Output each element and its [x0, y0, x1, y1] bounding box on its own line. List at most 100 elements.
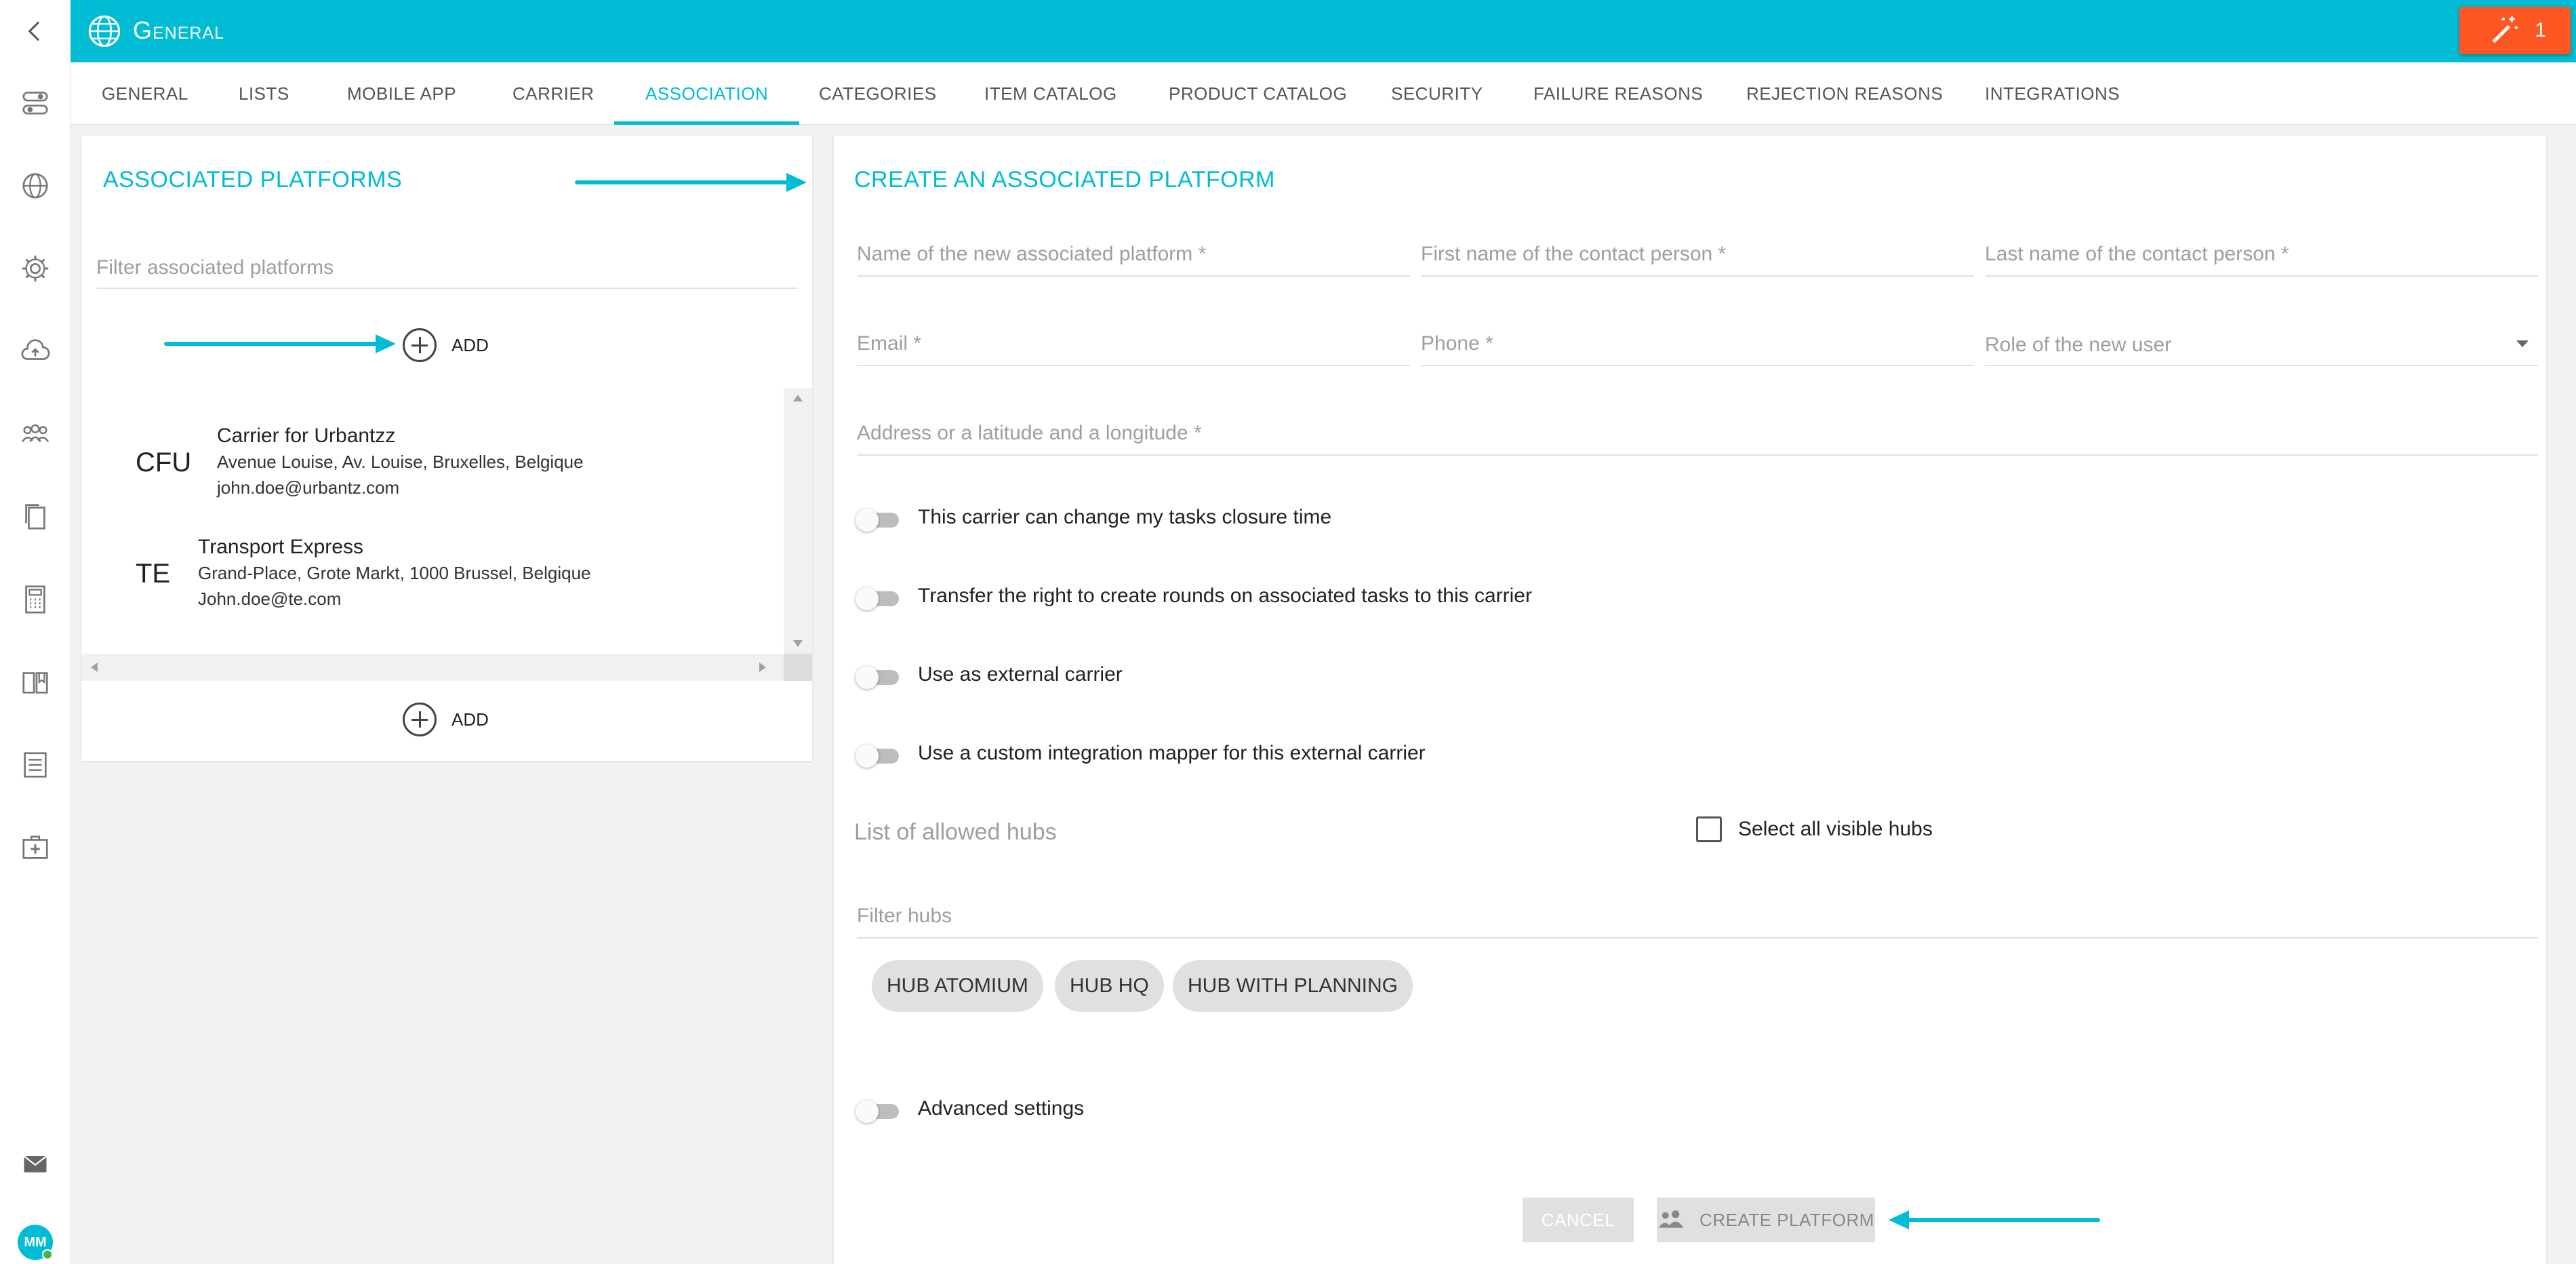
add-label: ADD [451, 334, 489, 355]
toggle-custom-mapper[interactable]: Use a custom integration mapper for this… [856, 736, 1426, 770]
hub-chip[interactable]: HUB HQ [1055, 960, 1164, 1012]
page-title: General [133, 16, 225, 44]
sidebar-item-settings-toggle[interactable] [0, 76, 71, 130]
vertical-scrollbar[interactable] [784, 388, 812, 654]
allowed-hubs-label: List of allowed hubs [854, 819, 1057, 845]
platform-address: Grand-Place, Grote Markt, 1000 Brussel, … [198, 563, 591, 583]
tab-categories[interactable]: CATEGORIES [788, 62, 968, 125]
toggle-icon [22, 92, 48, 115]
toggle-closure-time[interactable]: This carrier can change my tasks closure… [856, 500, 1331, 534]
first-name-input[interactable] [1421, 233, 1974, 275]
tab-general[interactable]: GENERAL [71, 62, 220, 125]
tab-association[interactable]: ASSOCIATION [614, 62, 800, 125]
hub-chip[interactable]: HUB WITH PLANNING [1173, 960, 1413, 1012]
toggle-switch[interactable] [856, 585, 899, 610]
calculator-icon [25, 585, 45, 614]
magic-wand-icon [2492, 16, 2518, 43]
tab-rejection-reasons[interactable]: REJECTION REASONS [1715, 62, 1974, 125]
filter-hubs-input[interactable] [857, 895, 2538, 937]
associated-platforms-panel: ASSOCIATED PLATFORMS ADD CFU Carrier for… [81, 136, 812, 761]
top-bar: General 1 [0, 0, 2576, 62]
toggle-external-carrier[interactable]: Use as external carrier [856, 658, 1123, 692]
tab-item-catalog[interactable]: ITEM CATALOG [953, 62, 1148, 125]
notification-button[interactable]: 1 [2459, 7, 2571, 54]
filter-hubs-field[interactable] [857, 895, 2538, 939]
tab-failure-reasons[interactable]: FAILURE REASONS [1502, 62, 1734, 125]
toggle-switch[interactable] [856, 506, 899, 532]
toggle-switch[interactable] [856, 1097, 899, 1123]
hub-chip[interactable]: HUB ATOMIUM [872, 960, 1043, 1012]
platform-abbr: CFU [136, 448, 192, 477]
book-icon [22, 672, 48, 694]
globe-icon [88, 15, 121, 47]
role-select[interactable]: Role of the new user [1985, 323, 2538, 366]
tab-security[interactable]: SECURITY [1360, 62, 1514, 125]
back-button[interactable] [0, 0, 71, 62]
last-name-input[interactable] [1985, 233, 2538, 275]
cloud-upload-icon [21, 339, 50, 360]
platform-email: John.doe@te.com [198, 589, 342, 609]
platform-name-input[interactable] [857, 233, 1410, 275]
select-all-label: Select all visible hubs [1738, 818, 1933, 840]
phone-field[interactable] [1421, 323, 1974, 366]
sidebar-item-team[interactable] [0, 407, 71, 461]
tab-integrations[interactable]: INTEGRATIONS [1954, 62, 2151, 125]
annotation-arrow-add [164, 334, 396, 353]
annotation-arrow-create [1889, 1210, 2100, 1229]
email-input[interactable] [857, 323, 1410, 365]
toggle-advanced-settings[interactable]: Advanced settings [856, 1092, 1084, 1126]
first-name-field[interactable] [1421, 233, 1974, 277]
team-icon [1658, 1210, 1684, 1228]
sidebar-item-calculator[interactable] [0, 572, 71, 627]
tab-product-catalog[interactable]: PRODUCT CATALOG [1138, 62, 1378, 125]
toggle-label: This carrier can change my tasks closure… [918, 506, 1332, 528]
team-icon [21, 424, 49, 443]
list-item[interactable]: TE Transport Express Grand-Place, Grote … [81, 499, 780, 609]
notification-count: 1 [2535, 19, 2546, 41]
address-input[interactable] [857, 412, 2538, 454]
scroll-right-icon [759, 663, 766, 672]
phone-input[interactable] [1421, 323, 1974, 365]
mail-icon [23, 1156, 47, 1172]
tab-lists[interactable]: LISTS [207, 62, 321, 125]
email-field[interactable] [857, 323, 1410, 366]
role-select-label: Role of the new user [1985, 334, 2172, 356]
platforms-list[interactable]: CFU Carrier for Urbantzz Avenue Louise, … [81, 388, 812, 654]
create-platform-button[interactable]: CREATE PLATFORM [1657, 1198, 1875, 1242]
sidebar-item-list[interactable] [0, 738, 71, 792]
gear-icon [22, 255, 49, 282]
horizontal-scrollbar[interactable] [81, 654, 812, 681]
sidebar-item-catalog[interactable] [0, 655, 71, 709]
sidebar-item-documents[interactable] [0, 490, 71, 544]
list-item[interactable]: CFU Carrier for Urbantzz Avenue Louise, … [81, 388, 780, 498]
filter-platforms-input[interactable] [96, 248, 797, 289]
platform-email: john.doe@urbantz.com [217, 477, 400, 498]
toggle-label: Advanced settings [918, 1097, 1085, 1120]
annotation-arrow-right [575, 173, 807, 192]
tab-mobile-app[interactable]: MOBILE APP [316, 62, 487, 125]
toggle-switch[interactable] [856, 663, 899, 689]
sidebar-item-mail[interactable] [0, 1137, 71, 1191]
cancel-button[interactable]: CANCEL [1523, 1198, 1634, 1242]
globe-icon [22, 173, 48, 199]
toggle-label: Use a custom integration mapper for this… [918, 742, 1426, 764]
scroll-up-icon [793, 395, 803, 401]
select-all-hubs-checkbox[interactable]: Select all visible hubs [1696, 816, 1933, 842]
sidebar-item-first-aid[interactable] [0, 821, 71, 875]
toggle-switch[interactable] [856, 742, 899, 768]
sidebar-item-general[interactable] [0, 159, 71, 213]
add-platform-button-top[interactable]: ADD [403, 328, 489, 362]
last-name-field[interactable] [1985, 233, 2538, 277]
toggle-transfer-rounds[interactable]: Transfer the right to create rounds on a… [856, 579, 1532, 613]
checkbox-icon[interactable] [1696, 816, 1722, 842]
sidebar-item-settings[interactable] [0, 241, 71, 296]
add-platform-button-bottom[interactable]: ADD [403, 703, 489, 736]
sidebar-item-upload[interactable] [0, 324, 71, 378]
tab-carrier[interactable]: CARRIER [481, 62, 626, 125]
add-label: ADD [451, 709, 489, 730]
scroll-down-icon [793, 640, 803, 647]
platform-name-field[interactable] [857, 233, 1410, 277]
address-field[interactable] [857, 412, 2538, 456]
add-circle-icon [403, 328, 437, 362]
toggle-label: Use as external carrier [918, 663, 1123, 686]
